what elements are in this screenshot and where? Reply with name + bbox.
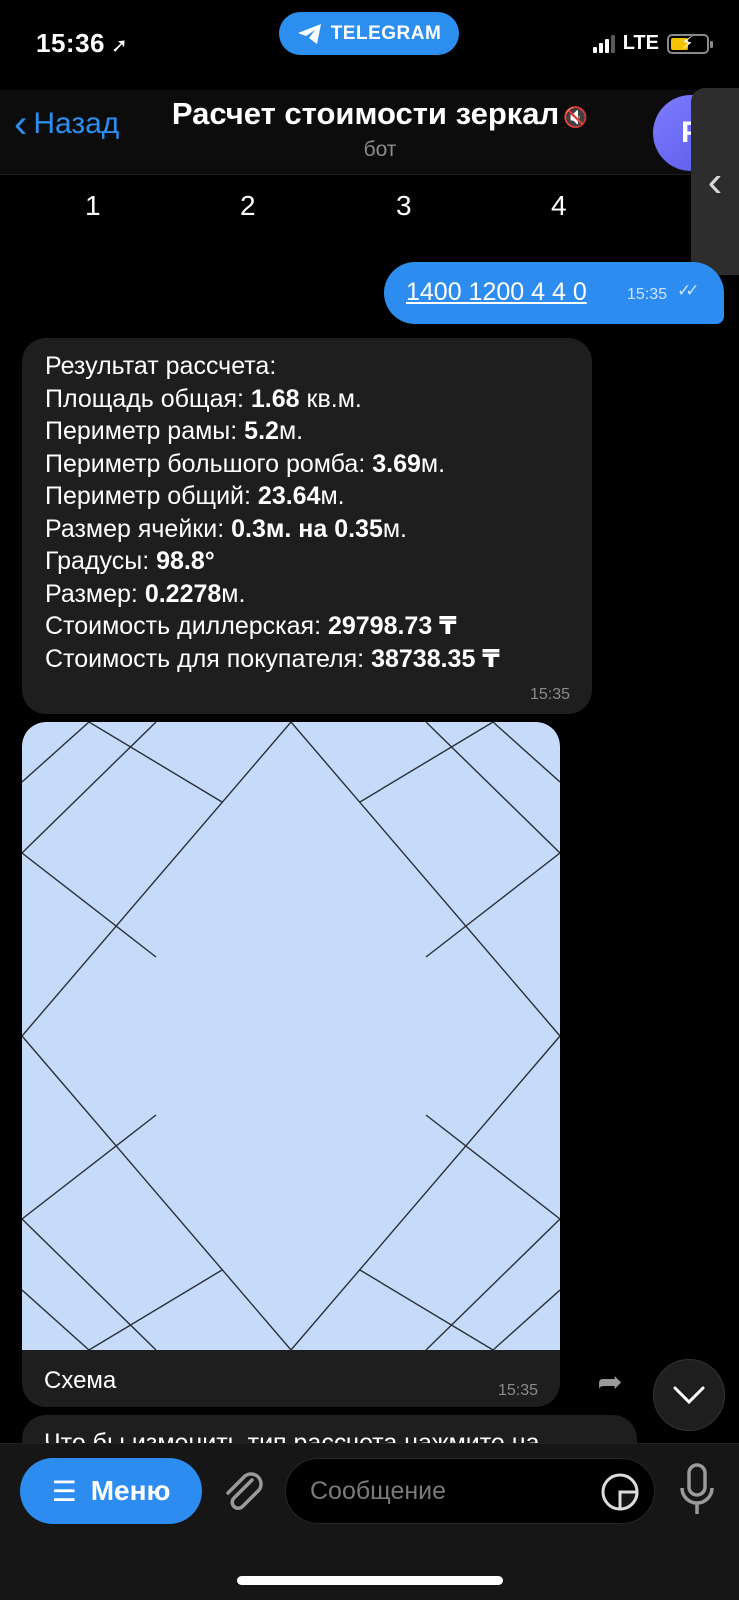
- paperclip-icon[interactable]: [218, 1466, 268, 1516]
- rhombus-scheme-drawing: [22, 722, 560, 1352]
- chevron-left-icon: ‹: [14, 102, 28, 146]
- telegram-pill[interactable]: TELEGRAM: [279, 12, 459, 55]
- home-indicator[interactable]: [237, 1576, 503, 1585]
- sticker-icon[interactable]: [600, 1472, 640, 1512]
- location-arrow-icon: ➚: [111, 35, 129, 57]
- result-lines: Результат рассчета: Площадь общая: 1.68 …: [45, 350, 500, 675]
- muted-icon: 🔇: [563, 107, 589, 129]
- battery-icon: ⚡: [667, 33, 713, 54]
- hamburger-icon: ☰: [51, 1475, 77, 1507]
- chat-title-area[interactable]: Расчет стоимости зеркал 🔇 бот: [160, 96, 600, 162]
- telegram-pill-label: TELEGRAM: [330, 22, 442, 44]
- signal-icon: [592, 34, 615, 53]
- menu-button-label: Меню: [90, 1475, 171, 1506]
- result-line: Площадь общая: 1.68 кв.м.: [45, 384, 362, 413]
- chat-title-text: Расчет стоимости зеркал: [171, 96, 560, 131]
- back-button[interactable]: ‹ Назад: [14, 104, 119, 144]
- result-line: Периметр большого ромба: 3.69м.: [45, 449, 446, 478]
- composer-bar: ☰ Меню: [0, 1443, 739, 1600]
- share-icon[interactable]: ➦: [592, 1364, 628, 1400]
- chat-title: Расчет стоимости зеркал 🔇: [160, 96, 600, 132]
- scheme-image-message[interactable]: Схема 15:35: [22, 722, 560, 1407]
- telegram-plane-icon: [297, 23, 321, 44]
- result-line: Размер ячейки: 0.3м. на 0.35м.: [45, 514, 407, 543]
- message-time: 15:35: [529, 686, 570, 703]
- status-indicators: LTE ⚡: [592, 32, 713, 55]
- chevron-left-icon: ‹: [707, 156, 723, 206]
- network-type: LTE: [622, 32, 659, 54]
- menu-button[interactable]: ☰ Меню: [20, 1458, 202, 1524]
- side-panel-handle[interactable]: ‹: [691, 88, 739, 275]
- chat-subtitle: бот: [363, 138, 397, 161]
- chevron-down-icon: [673, 1386, 705, 1405]
- number-key[interactable]: 2: [240, 190, 256, 222]
- number-key[interactable]: 1: [85, 190, 101, 222]
- read-checkmarks-icon: ✓✓: [677, 281, 699, 300]
- chat-header: ‹ Назад Расчет стоимости зеркал🔇 бот Р: [0, 90, 739, 175]
- status-bar: 15:36 ➚ TELEGRAM LTE ⚡: [0, 0, 739, 90]
- result-line: Размер: 0.2278м.: [45, 579, 246, 608]
- status-time: 15:36 ➚: [36, 28, 128, 59]
- result-line: Стоимость для покупателя: 38738.35 ₸: [45, 644, 500, 673]
- back-button-label: Назад: [33, 107, 120, 140]
- scroll-down-button[interactable]: [653, 1359, 725, 1431]
- message-time: 15:35: [627, 286, 668, 303]
- result-line: Периметр рамы: 5.2м.: [45, 417, 304, 445]
- result-line: Градусы: 98.8°: [45, 547, 215, 575]
- microphone-icon[interactable]: [677, 1462, 717, 1518]
- outgoing-message[interactable]: 1400 1200 4 4 0 15:35 ✓✓: [384, 262, 724, 324]
- number-key[interactable]: 3: [396, 190, 412, 222]
- result-line: Периметр общий: 23.64м.: [45, 482, 345, 510]
- result-message[interactable]: Результат рассчета: Площадь общая: 1.68 …: [22, 338, 592, 714]
- outgoing-message-text[interactable]: 1400 1200 4 4 0: [406, 278, 587, 307]
- scheme-image[interactable]: [22, 722, 560, 1352]
- number-key[interactable]: 4: [551, 190, 567, 222]
- message-time: 15:35: [497, 1382, 538, 1399]
- image-caption: Схема: [44, 1367, 117, 1394]
- status-time-text: 15:36: [36, 28, 105, 58]
- result-line: Результат рассчета:: [45, 352, 277, 380]
- keyboard-number-row: 1 2 3 4: [0, 190, 680, 230]
- result-line: Стоимость диллерская: 29798.73 ₸: [45, 612, 457, 640]
